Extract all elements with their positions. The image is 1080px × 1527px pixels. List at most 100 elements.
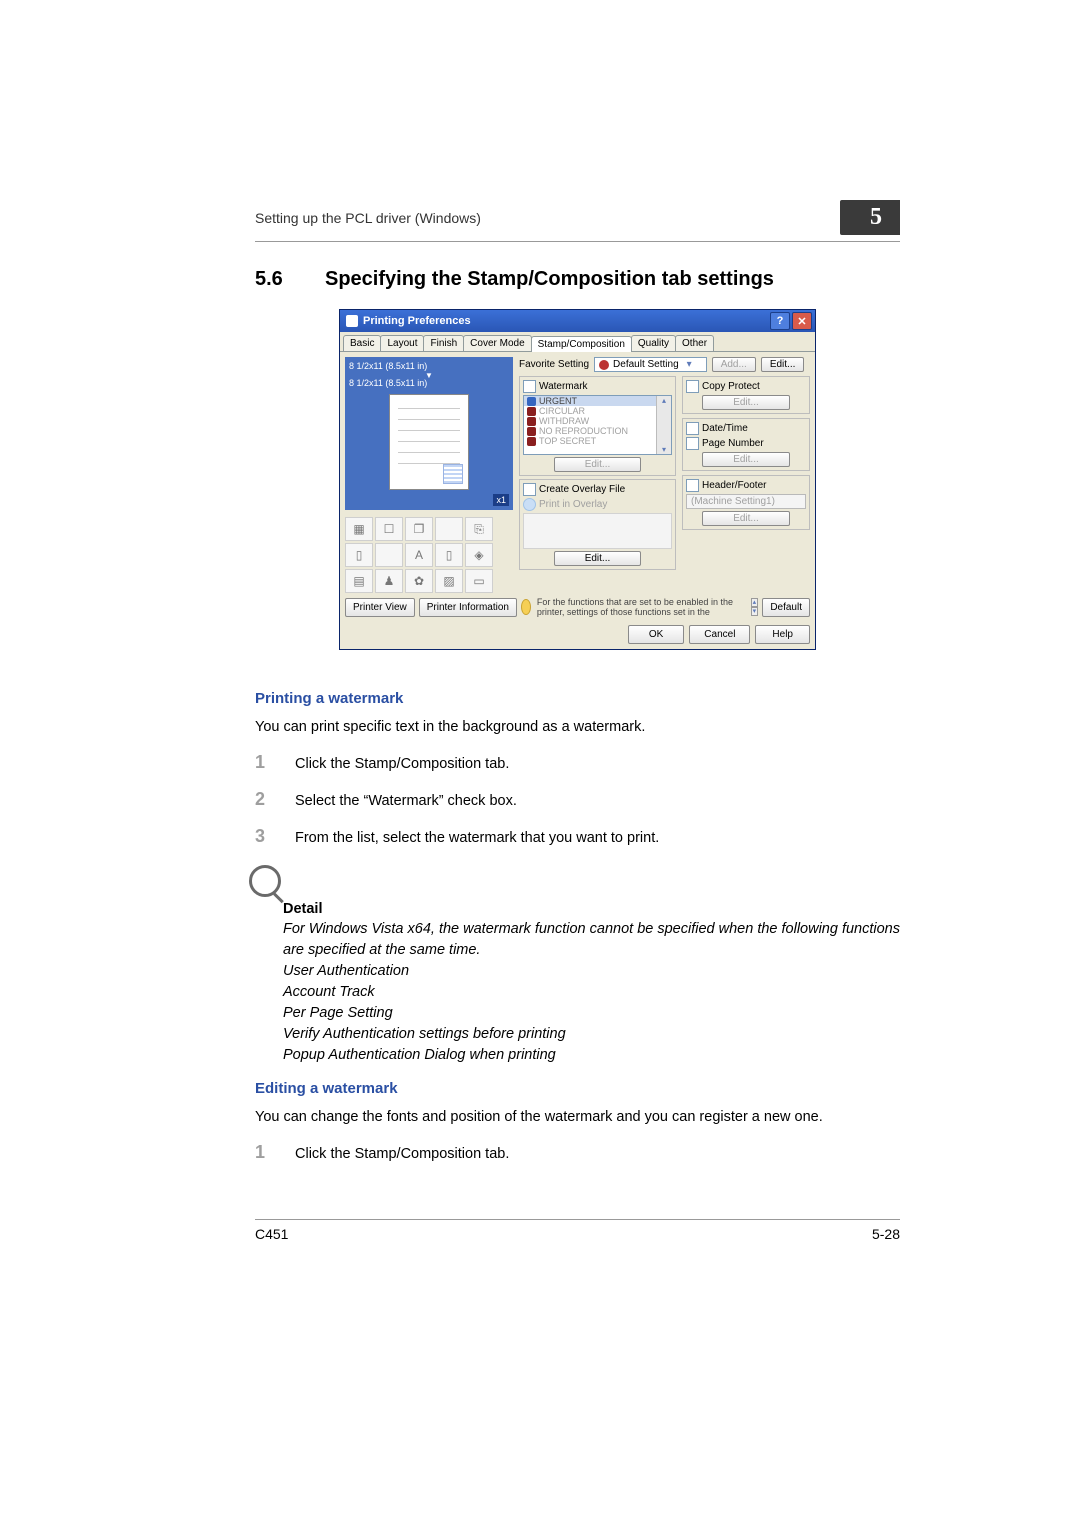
header-footer-edit-button[interactable]: Edit... <box>702 511 790 526</box>
copy-protect-group: Copy Protect Edit... <box>682 376 810 414</box>
tab-quality[interactable]: Quality <box>631 335 676 351</box>
watermark-item-topsecret[interactable]: TOP SECRET <box>524 436 671 446</box>
watermark-label: Watermark <box>539 381 588 392</box>
grid-icon-12[interactable]: ♟ <box>375 569 403 593</box>
paper-size-bottom: 8 1/2x11 (8.5x11 in) <box>349 378 509 388</box>
paper-size-top: 8 1/2x11 (8.5x11 in) <box>349 361 509 371</box>
grid-icon-1[interactable]: ▦ <box>345 517 373 541</box>
grid-icon-7[interactable] <box>375 543 403 567</box>
paper-preview <box>389 394 469 490</box>
step-text: Click the Stamp/Composition tab. <box>295 1142 509 1165</box>
watermark-list[interactable]: URGENT CIRCULAR WITHDRAW NO REPRODUCTION… <box>523 395 672 455</box>
hint-spinner[interactable]: ▴▾ <box>751 598 759 616</box>
zoom-badge: x1 <box>493 494 509 506</box>
overlay-edit-button[interactable]: Edit... <box>554 551 642 566</box>
favorite-setting-value: Default Setting <box>613 359 679 370</box>
step-text: Select the “Watermark” check box. <box>295 789 517 812</box>
favorite-add-button[interactable]: Add... <box>712 357 756 372</box>
hint-box: For the functions that are set to be ena… <box>521 597 758 617</box>
watermark-item-norepro[interactable]: NO REPRODUCTION <box>524 426 671 436</box>
tab-finish[interactable]: Finish <box>423 335 464 351</box>
tab-layout[interactable]: Layout <box>380 335 424 351</box>
watermark-item-urgent[interactable]: URGENT <box>524 396 671 406</box>
scroll-down-icon[interactable]: ▾ <box>657 445 671 454</box>
cancel-button[interactable]: Cancel <box>689 625 750 644</box>
detail-title: Detail <box>283 901 900 917</box>
datetime-checkbox[interactable] <box>686 422 699 435</box>
header-rule <box>255 241 900 242</box>
favorite-setting-label: Favorite Setting <box>519 359 589 370</box>
subhead-editing-watermark: Editing a watermark <box>255 1080 900 1097</box>
pin-icon <box>527 407 536 416</box>
dialog-icon <box>346 315 358 327</box>
copy-protect-edit-button[interactable]: Edit... <box>702 395 790 410</box>
overlay-group: Create Overlay File Print in Overlay Edi… <box>519 479 676 570</box>
copy-protect-label: Copy Protect <box>702 381 760 392</box>
scroll-up-icon[interactable]: ▴ <box>657 396 671 405</box>
watermark-item-withdraw[interactable]: WITHDRAW <box>524 416 671 426</box>
tab-stamp-composition[interactable]: Stamp/Composition <box>531 336 632 352</box>
print-overlay-radio[interactable] <box>523 498 536 511</box>
pin-icon <box>527 437 536 446</box>
section-number: 5.6 <box>255 268 325 291</box>
header-footer-select[interactable]: (Machine Setting1) <box>686 494 806 509</box>
watermark-checkbox[interactable] <box>523 380 536 393</box>
grid-icon-4[interactable] <box>435 517 463 541</box>
printer-information-button[interactable]: Printer Information <box>419 598 517 617</box>
watermark-item-circular[interactable]: CIRCULAR <box>524 406 671 416</box>
default-button[interactable]: Default <box>762 598 810 617</box>
watermark-edit-button[interactable]: Edit... <box>554 457 642 472</box>
footer-page: 5-28 <box>872 1226 900 1242</box>
favorite-edit-button[interactable]: Edit... <box>761 357 805 372</box>
pagenumber-label: Page Number <box>702 438 764 449</box>
step-text: From the list, select the watermark that… <box>295 826 659 849</box>
detail-body: For Windows Vista x64, the watermark fun… <box>283 919 900 1066</box>
para-printing-watermark: You can print specific text in the backg… <box>255 717 900 738</box>
watermark-group: Watermark URGENT CIRCULAR WITHDRAW NO RE… <box>519 376 676 476</box>
grid-icon-3[interactable]: ❐ <box>405 517 433 541</box>
pin-icon <box>527 397 536 406</box>
pin-icon <box>599 360 609 370</box>
close-button[interactable]: ✕ <box>792 312 812 330</box>
header-footer-label: Header/Footer <box>702 480 766 491</box>
copy-protect-checkbox[interactable] <box>686 380 699 393</box>
bulb-icon <box>521 599 531 615</box>
hint-text: For the functions that are set to be ena… <box>537 597 745 617</box>
favorite-setting-select[interactable]: Default Setting ▾ <box>594 357 707 372</box>
watermark-scrollbar[interactable]: ▴▾ <box>656 396 671 454</box>
grid-icon-6[interactable]: ▯ <box>345 543 373 567</box>
grid-icon-13[interactable]: ✿ <box>405 569 433 593</box>
create-overlay-checkbox[interactable] <box>523 483 536 496</box>
spin-up-icon[interactable]: ▴ <box>751 598 759 607</box>
step-number: 1 <box>255 752 295 775</box>
chevron-down-icon: ▾ <box>687 359 692 370</box>
tab-cover-mode[interactable]: Cover Mode <box>463 335 531 351</box>
pin-icon <box>527 417 536 426</box>
subhead-printing-watermark: Printing a watermark <box>255 690 900 707</box>
help-button[interactable]: ? <box>770 312 790 330</box>
section-title: Specifying the Stamp/Composition tab set… <box>325 268 774 291</box>
preview-chip-icon <box>443 464 463 484</box>
printer-view-button[interactable]: Printer View <box>345 598 415 617</box>
help-button-bottom[interactable]: Help <box>755 625 810 644</box>
footer-rule <box>255 1219 900 1220</box>
grid-icon-5[interactable]: ⎘ <box>465 517 493 541</box>
step-number: 1 <box>255 1142 295 1165</box>
pagenumber-checkbox[interactable] <box>686 437 699 450</box>
grid-icon-8[interactable]: A <box>405 543 433 567</box>
datetime-edit-button[interactable]: Edit... <box>702 452 790 467</box>
datetime-label: Date/Time <box>702 423 748 434</box>
header-footer-checkbox[interactable] <box>686 479 699 492</box>
tab-other[interactable]: Other <box>675 335 714 351</box>
grid-icon-2[interactable]: ☐ <box>375 517 403 541</box>
header-footer-group: Header/Footer (Machine Setting1) Edit... <box>682 475 810 530</box>
grid-icon-15[interactable]: ▭ <box>465 569 493 593</box>
grid-icon-14[interactable]: ▨ <box>435 569 463 593</box>
grid-icon-10[interactable]: ◈ <box>465 543 493 567</box>
spin-down-icon[interactable]: ▾ <box>751 607 759 616</box>
grid-icon-9[interactable]: ▯ <box>435 543 463 567</box>
ok-button[interactable]: OK <box>628 625 684 644</box>
grid-icon-11[interactable]: ▤ <box>345 569 373 593</box>
print-overlay-label: Print in Overlay <box>539 499 607 510</box>
tab-basic[interactable]: Basic <box>343 335 381 351</box>
